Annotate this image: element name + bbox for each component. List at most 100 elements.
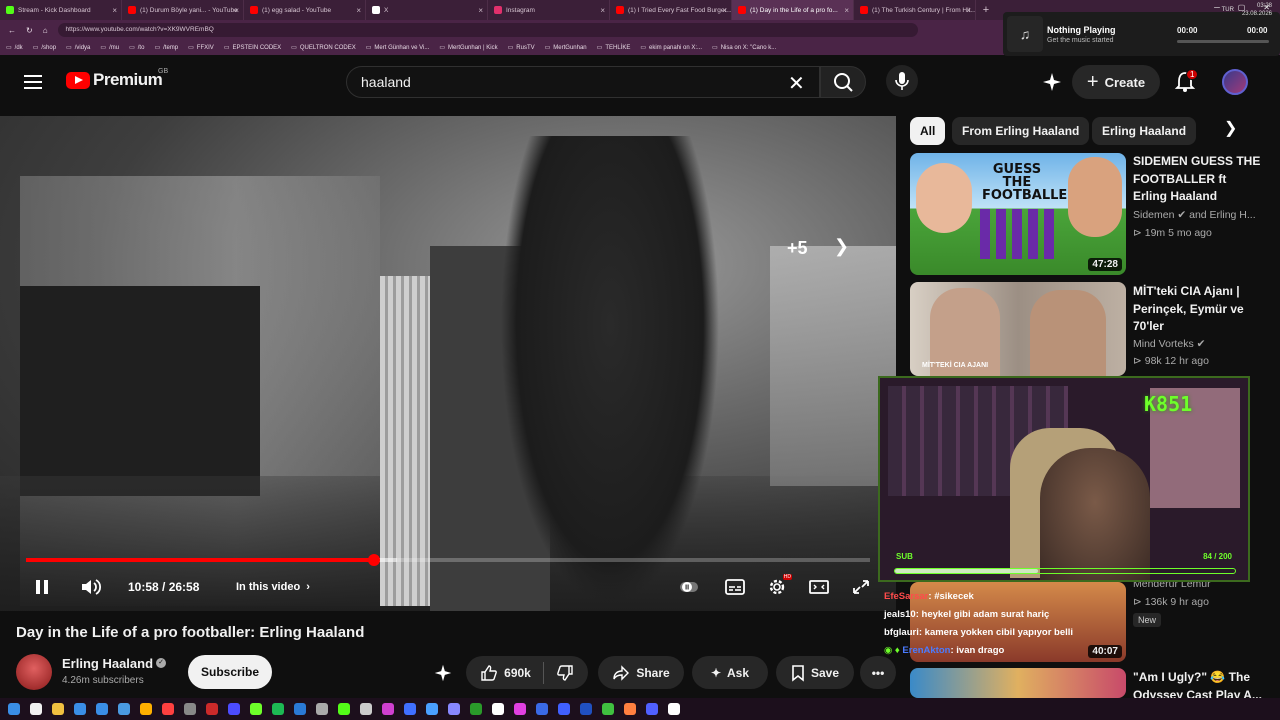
share-button[interactable]: Share (598, 656, 684, 689)
music-widget[interactable]: ♫ Nothing Playing Get the music started … (1003, 12, 1280, 56)
taskbar-app-icon[interactable] (624, 703, 636, 715)
more-actions-button[interactable]: ••• (860, 656, 896, 689)
recommendation-thumbnail[interactable]: GUESS THE FOOTBALLER 47:28 (910, 153, 1126, 275)
bookmark-item[interactable]: QUELTRON CODEX (291, 44, 356, 51)
taskbar-app-icon[interactable] (360, 703, 372, 715)
taskbar-app-icon[interactable] (206, 703, 218, 715)
bookmark-item[interactable]: /mu (100, 44, 119, 51)
taskbar-app-icon[interactable] (140, 703, 152, 715)
browser-tab[interactable]: (1) The Turkish Century | From Hit... × (854, 0, 976, 20)
channel-avatar[interactable] (16, 654, 52, 690)
taskbar-app-icon[interactable] (382, 703, 394, 715)
theatre-mode-icon[interactable] (808, 570, 830, 604)
clear-search-icon[interactable]: ✕ (788, 71, 805, 96)
taskbar-app-icon[interactable] (404, 703, 416, 715)
close-tab-icon[interactable]: × (844, 6, 849, 15)
bookmark-item[interactable]: Mert Günhan ve Vi... (366, 44, 429, 51)
browser-tab[interactable]: X × (366, 0, 488, 20)
settings-gear-icon[interactable]: HD (766, 570, 792, 604)
hamburger-menu-icon[interactable] (22, 72, 44, 92)
taskbar-app-icon[interactable] (228, 703, 240, 715)
clock[interactable]: 03:28 23.08.2026 (1242, 2, 1272, 18)
bookmark-item[interactable]: /temp (154, 44, 178, 51)
recommendation-title[interactable]: "Am I Ugly?" 😂 The Odyssey Cast Play A..… (1133, 669, 1263, 698)
thumbs-down-icon[interactable] (556, 664, 574, 682)
bookmark-item[interactable]: /dk (6, 44, 23, 51)
taskbar-app-icon[interactable] (580, 703, 592, 715)
search-button[interactable] (820, 66, 866, 98)
save-button[interactable]: Save (776, 656, 854, 689)
ask-button[interactable]: ✦ Ask (692, 656, 768, 689)
video-progress-bar[interactable] (26, 554, 870, 566)
minimize-icon[interactable]: ─ (1214, 3, 1220, 12)
create-button[interactable]: + Create (1072, 65, 1160, 99)
taskbar-app-icon[interactable] (184, 703, 196, 715)
voice-search-button[interactable] (886, 65, 918, 97)
bookmark-item[interactable]: /to (129, 44, 145, 51)
bookmark-item[interactable]: TEHLİKE (597, 44, 630, 51)
subscribe-button[interactable]: Subscribe (188, 655, 272, 689)
taskbar-app-icon[interactable] (118, 703, 130, 715)
chip-erling-haaland[interactable]: Erling Haaland (1092, 117, 1197, 145)
thumbs-up-icon[interactable] (480, 664, 498, 682)
bookmark-item[interactable]: FFXIV (188, 44, 214, 51)
subtitles-icon[interactable] (724, 570, 746, 604)
language-indicator[interactable]: TUR (1222, 7, 1234, 13)
bookmark-item[interactable]: MertGunhan (545, 44, 586, 51)
close-tab-icon[interactable]: × (966, 6, 971, 15)
close-tab-icon[interactable]: × (478, 6, 483, 15)
taskbar-app-icon[interactable] (8, 703, 20, 715)
autoplay-toggle-icon[interactable] (678, 570, 700, 604)
close-tab-icon[interactable]: × (112, 6, 117, 15)
browser-tab[interactable]: (1) Durum Böyle yani... - YouTube × (122, 0, 244, 20)
volume-icon[interactable] (80, 570, 102, 604)
scrubber-handle[interactable] (367, 554, 380, 566)
taskbar-app-icon[interactable] (448, 703, 460, 715)
browser-tab[interactable]: Stream - Kick Dashboard × (0, 0, 122, 20)
new-tab-button[interactable]: + (976, 4, 996, 16)
search-input[interactable]: haaland (346, 66, 820, 98)
home-icon[interactable]: ⌂ (43, 26, 48, 35)
taskbar-app-icon[interactable] (646, 703, 658, 715)
bookmark-item[interactable]: /shop (33, 44, 56, 51)
music-progress-bar[interactable] (1177, 40, 1269, 43)
taskbar-app-icon[interactable] (96, 703, 108, 715)
taskbar-app-icon[interactable] (668, 703, 680, 715)
channel-name-link[interactable]: Erling Haaland (62, 656, 153, 671)
bookmark-item[interactable]: ekim panahi on X:... (640, 44, 702, 51)
pause-icon[interactable] (36, 570, 52, 604)
browser-tab[interactable]: (1) I Tried Every Fast Food Burger... × (610, 0, 732, 20)
recommendation-thumbnail[interactable] (910, 668, 1126, 698)
taskbar-app-icon[interactable] (470, 703, 482, 715)
taskbar-app-icon[interactable] (338, 703, 350, 715)
chevron-right-icon[interactable]: ❯ (1224, 118, 1237, 138)
taskbar-app-icon[interactable] (294, 703, 306, 715)
fullscreen-icon[interactable] (850, 570, 872, 604)
recommendation-thumbnail[interactable]: MİT'TEKİ CIA AJANI (910, 282, 1126, 376)
in-this-video-button[interactable]: In this video › (236, 570, 310, 604)
sparkle-chat-icon[interactable] (1040, 70, 1064, 94)
taskbar-app-icon[interactable] (536, 703, 548, 715)
browser-tab[interactable]: Instagram × (488, 0, 610, 20)
bookmark-item[interactable]: RusTV (508, 44, 534, 51)
recommendation-title[interactable]: MİT'teki CIA Ajanı | Perinçek, Eymür ve … (1133, 283, 1263, 336)
user-avatar[interactable] (1222, 69, 1248, 95)
taskbar-app-icon[interactable] (30, 703, 42, 715)
like-count[interactable]: 690k (504, 666, 531, 680)
taskbar-app-icon[interactable] (426, 703, 438, 715)
bookmark-item[interactable]: MertGunhan | Kick (439, 44, 498, 51)
url-field[interactable]: https://www.youtube.com/watch?v=XK9WVREm… (57, 23, 918, 37)
reload-icon[interactable]: ↻ (26, 26, 33, 35)
taskbar-app-icon[interactable] (602, 703, 614, 715)
recommendation-channel[interactable]: Mind Vorteks ✔ (1133, 338, 1205, 350)
video-player[interactable] (0, 116, 896, 611)
recommendation-channel[interactable]: Sidemen ✔ and Erling H... (1133, 209, 1256, 221)
browser-tab[interactable]: (1) egg salad - YouTube × (244, 0, 366, 20)
taskbar-app-icon[interactable] (250, 703, 262, 715)
chip-all[interactable]: All (910, 117, 946, 145)
close-tab-icon[interactable]: × (234, 6, 239, 15)
bookmark-item[interactable]: /vidya (66, 44, 91, 51)
taskbar-app-icon[interactable] (74, 703, 86, 715)
taskbar-app-icon[interactable] (272, 703, 284, 715)
youtube-premium-logo[interactable]: Premium GB (66, 68, 168, 90)
